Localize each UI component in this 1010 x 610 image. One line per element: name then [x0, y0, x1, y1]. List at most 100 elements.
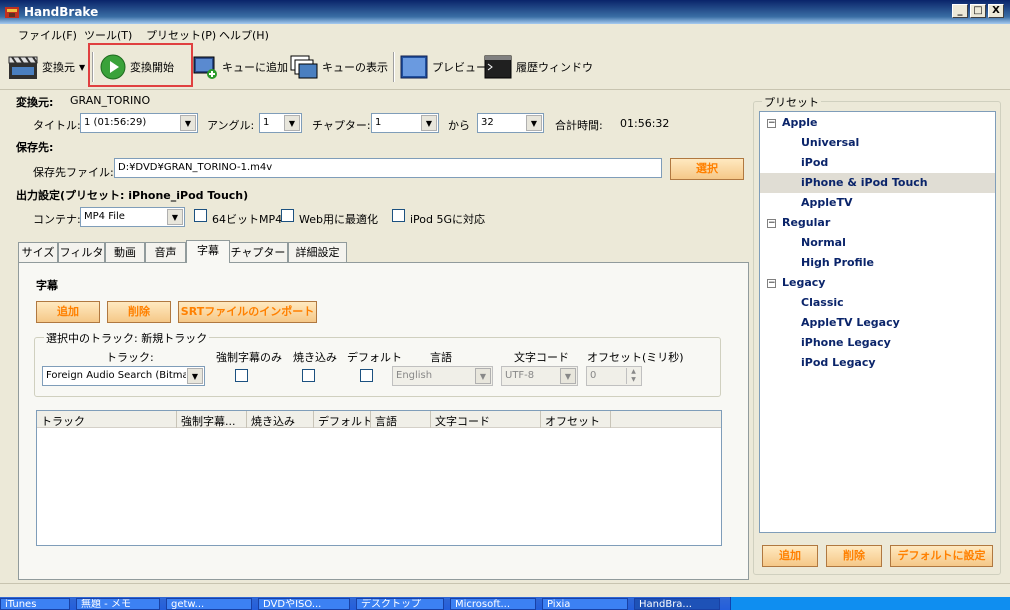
language-select[interactable]: English ▼ [392, 366, 493, 386]
menu-tools[interactable]: ツール(T) [84, 27, 132, 43]
preset-normal[interactable]: Normal [801, 236, 846, 249]
tab-video[interactable]: 動画 [105, 242, 145, 262]
tab-advanced[interactable]: 詳細設定 [288, 242, 347, 262]
show-queue-button[interactable]: キューの表示 [290, 52, 388, 82]
maximize-button[interactable]: □ [970, 4, 986, 18]
taskbar-item[interactable]: 無題 - メモ [76, 598, 160, 610]
taskbar-item[interactable]: iTunes [0, 598, 70, 610]
angle-label: アングル: [207, 119, 255, 132]
container-select[interactable]: MP4 File ▼ [80, 207, 185, 227]
source-section-label: 変換元: [16, 96, 54, 109]
subtitles-heading: 字幕 [36, 279, 58, 292]
menu-bar: ファイル(F) ツール(T) プリセット(P) ヘルプ(H) [0, 24, 1010, 44]
add-subtitle-button[interactable]: 追加 [36, 301, 100, 323]
column-language[interactable]: 言語 [371, 411, 431, 428]
taskbar-item[interactable]: Pixia [542, 598, 628, 610]
chevron-down-icon: ▼ [167, 209, 183, 225]
source-button[interactable]: 変換元 ▼ [8, 52, 85, 82]
web-optimized-checkbox[interactable] [281, 209, 294, 222]
browse-button[interactable]: 選択 [670, 158, 744, 180]
taskbar-item[interactable]: DVDやISO... [258, 598, 350, 610]
close-button[interactable]: X [988, 4, 1004, 18]
preset-ipod[interactable]: iPod [801, 156, 828, 169]
charset-select-value: UTF-8 [505, 370, 535, 381]
terminal-icon [484, 55, 512, 79]
handbrake-app-icon [5, 7, 19, 18]
column-charset[interactable]: 文字コード [431, 411, 541, 428]
collapse-icon[interactable]: − [767, 219, 776, 228]
preset-high-profile[interactable]: High Profile [801, 256, 874, 269]
menu-presets[interactable]: プリセット(P) [146, 27, 216, 43]
presets-tree[interactable]: − Apple Universal iPod iPhone & iPod Tou… [759, 111, 996, 533]
preview-button[interactable]: プレビュー [400, 52, 487, 82]
preset-group-legacy[interactable]: Legacy [782, 276, 825, 289]
column-offset[interactable]: オフセット [541, 411, 611, 428]
collapse-icon[interactable]: − [767, 119, 776, 128]
add-to-queue-button[interactable]: キューに追加 [192, 52, 288, 82]
set-default-preset-button[interactable]: デフォルトに設定 [890, 545, 993, 567]
add-preset-button[interactable]: 追加 [762, 545, 818, 567]
title-select-value: 1 (01:56:29) [84, 117, 147, 128]
menu-file[interactable]: ファイル(F) [18, 27, 77, 43]
tab-chapters[interactable]: チャプター [228, 242, 288, 262]
taskbar-item[interactable]: デスクトップ [356, 598, 444, 610]
taskbar-item-active[interactable]: HandBra... [634, 598, 720, 610]
title-bar: HandBrake _ □ X [0, 0, 1010, 24]
column-track[interactable]: トラック [37, 411, 177, 428]
minimize-button[interactable]: _ [952, 4, 968, 18]
clapperboard-icon [8, 56, 38, 79]
destination-section-label: 保存先: [16, 141, 54, 154]
ipod-5g-checkbox[interactable] [392, 209, 405, 222]
preset-iphone-legacy[interactable]: iPhone Legacy [801, 336, 891, 349]
64bit-mp4-checkbox[interactable] [194, 209, 207, 222]
chapter-start-select[interactable]: 1 ▼ [371, 113, 439, 133]
dropdown-arrow-icon[interactable]: ▼ [79, 63, 85, 72]
subtitle-track-list[interactable]: トラック 強制字幕... 焼き込み デフォルト 言語 文字コード オフセット [36, 410, 722, 546]
preset-group-apple[interactable]: Apple [782, 116, 818, 129]
tab-filters[interactable]: フィルタ [58, 242, 105, 262]
output-section-label: 出力設定(プリセット: iPhone_iPod Touch) [16, 189, 249, 202]
track-select-value: Foreign Audio Search (Bitmap) [46, 370, 186, 381]
chapter-end-select[interactable]: 32 ▼ [477, 113, 544, 133]
angle-select[interactable]: 1 ▼ [259, 113, 302, 133]
preset-appletv[interactable]: AppleTV [801, 196, 853, 209]
window-title: HandBrake [24, 5, 99, 19]
preset-appletv-legacy[interactable]: AppleTV Legacy [801, 316, 900, 329]
taskbar-item[interactable]: Microsoft... [450, 598, 536, 610]
forced-only-checkbox[interactable] [235, 369, 248, 382]
import-srt-button[interactable]: SRTファイルのインポート [178, 301, 317, 323]
preset-universal[interactable]: Universal [801, 136, 859, 149]
preset-ipod-legacy[interactable]: iPod Legacy [801, 356, 876, 369]
tab-subtitles[interactable]: 字幕 [186, 240, 230, 263]
activity-window-button[interactable]: 履歴ウィンドウ [484, 52, 593, 82]
collapse-icon[interactable]: − [767, 279, 776, 288]
charset-select[interactable]: UTF-8 ▼ [501, 366, 578, 386]
chevron-down-icon: ▼ [526, 115, 542, 131]
preset-group-regular[interactable]: Regular [782, 216, 830, 229]
track-select[interactable]: Foreign Audio Search (Bitmap) ▼ [42, 366, 205, 386]
preset-iphone-ipod-touch[interactable]: iPhone & iPod Touch [760, 173, 995, 193]
offset-stepper[interactable]: 0 ▲ ▼ [586, 366, 642, 386]
ipod-5g-label: iPod 5Gに対応 [410, 213, 486, 226]
burn-in-checkbox[interactable] [302, 369, 315, 382]
tab-picture[interactable]: サイズ [18, 242, 58, 262]
selected-track-group-title: 選択中のトラック: 新規トラック [44, 330, 210, 346]
offset-label: オフセット(ミリ秒) [587, 351, 684, 364]
spin-arrows-icon[interactable]: ▲ ▼ [626, 368, 640, 384]
column-default[interactable]: デフォルト [314, 411, 371, 428]
remove-preset-button[interactable]: 削除 [826, 545, 882, 567]
preset-classic[interactable]: Classic [801, 296, 844, 309]
tab-audio[interactable]: 音声 [145, 242, 186, 262]
source-button-label: 変換元 [42, 61, 75, 74]
destination-file-input[interactable]: D:¥DVD¥GRAN_TORINO-1.m4v [114, 158, 662, 178]
column-burn-in[interactable]: 焼き込み [247, 411, 314, 428]
toolbar-separator [393, 52, 395, 82]
column-forced[interactable]: 強制字幕... [177, 411, 247, 428]
menu-help[interactable]: ヘルプ(H) [219, 27, 269, 43]
chapter-to-label: から [448, 119, 470, 132]
remove-subtitle-button[interactable]: 削除 [107, 301, 171, 323]
taskbar-item[interactable]: getw... [166, 598, 252, 610]
title-select[interactable]: 1 (01:56:29) ▼ [80, 113, 198, 133]
default-checkbox[interactable] [360, 369, 373, 382]
charset-label: 文字コード [514, 351, 569, 364]
